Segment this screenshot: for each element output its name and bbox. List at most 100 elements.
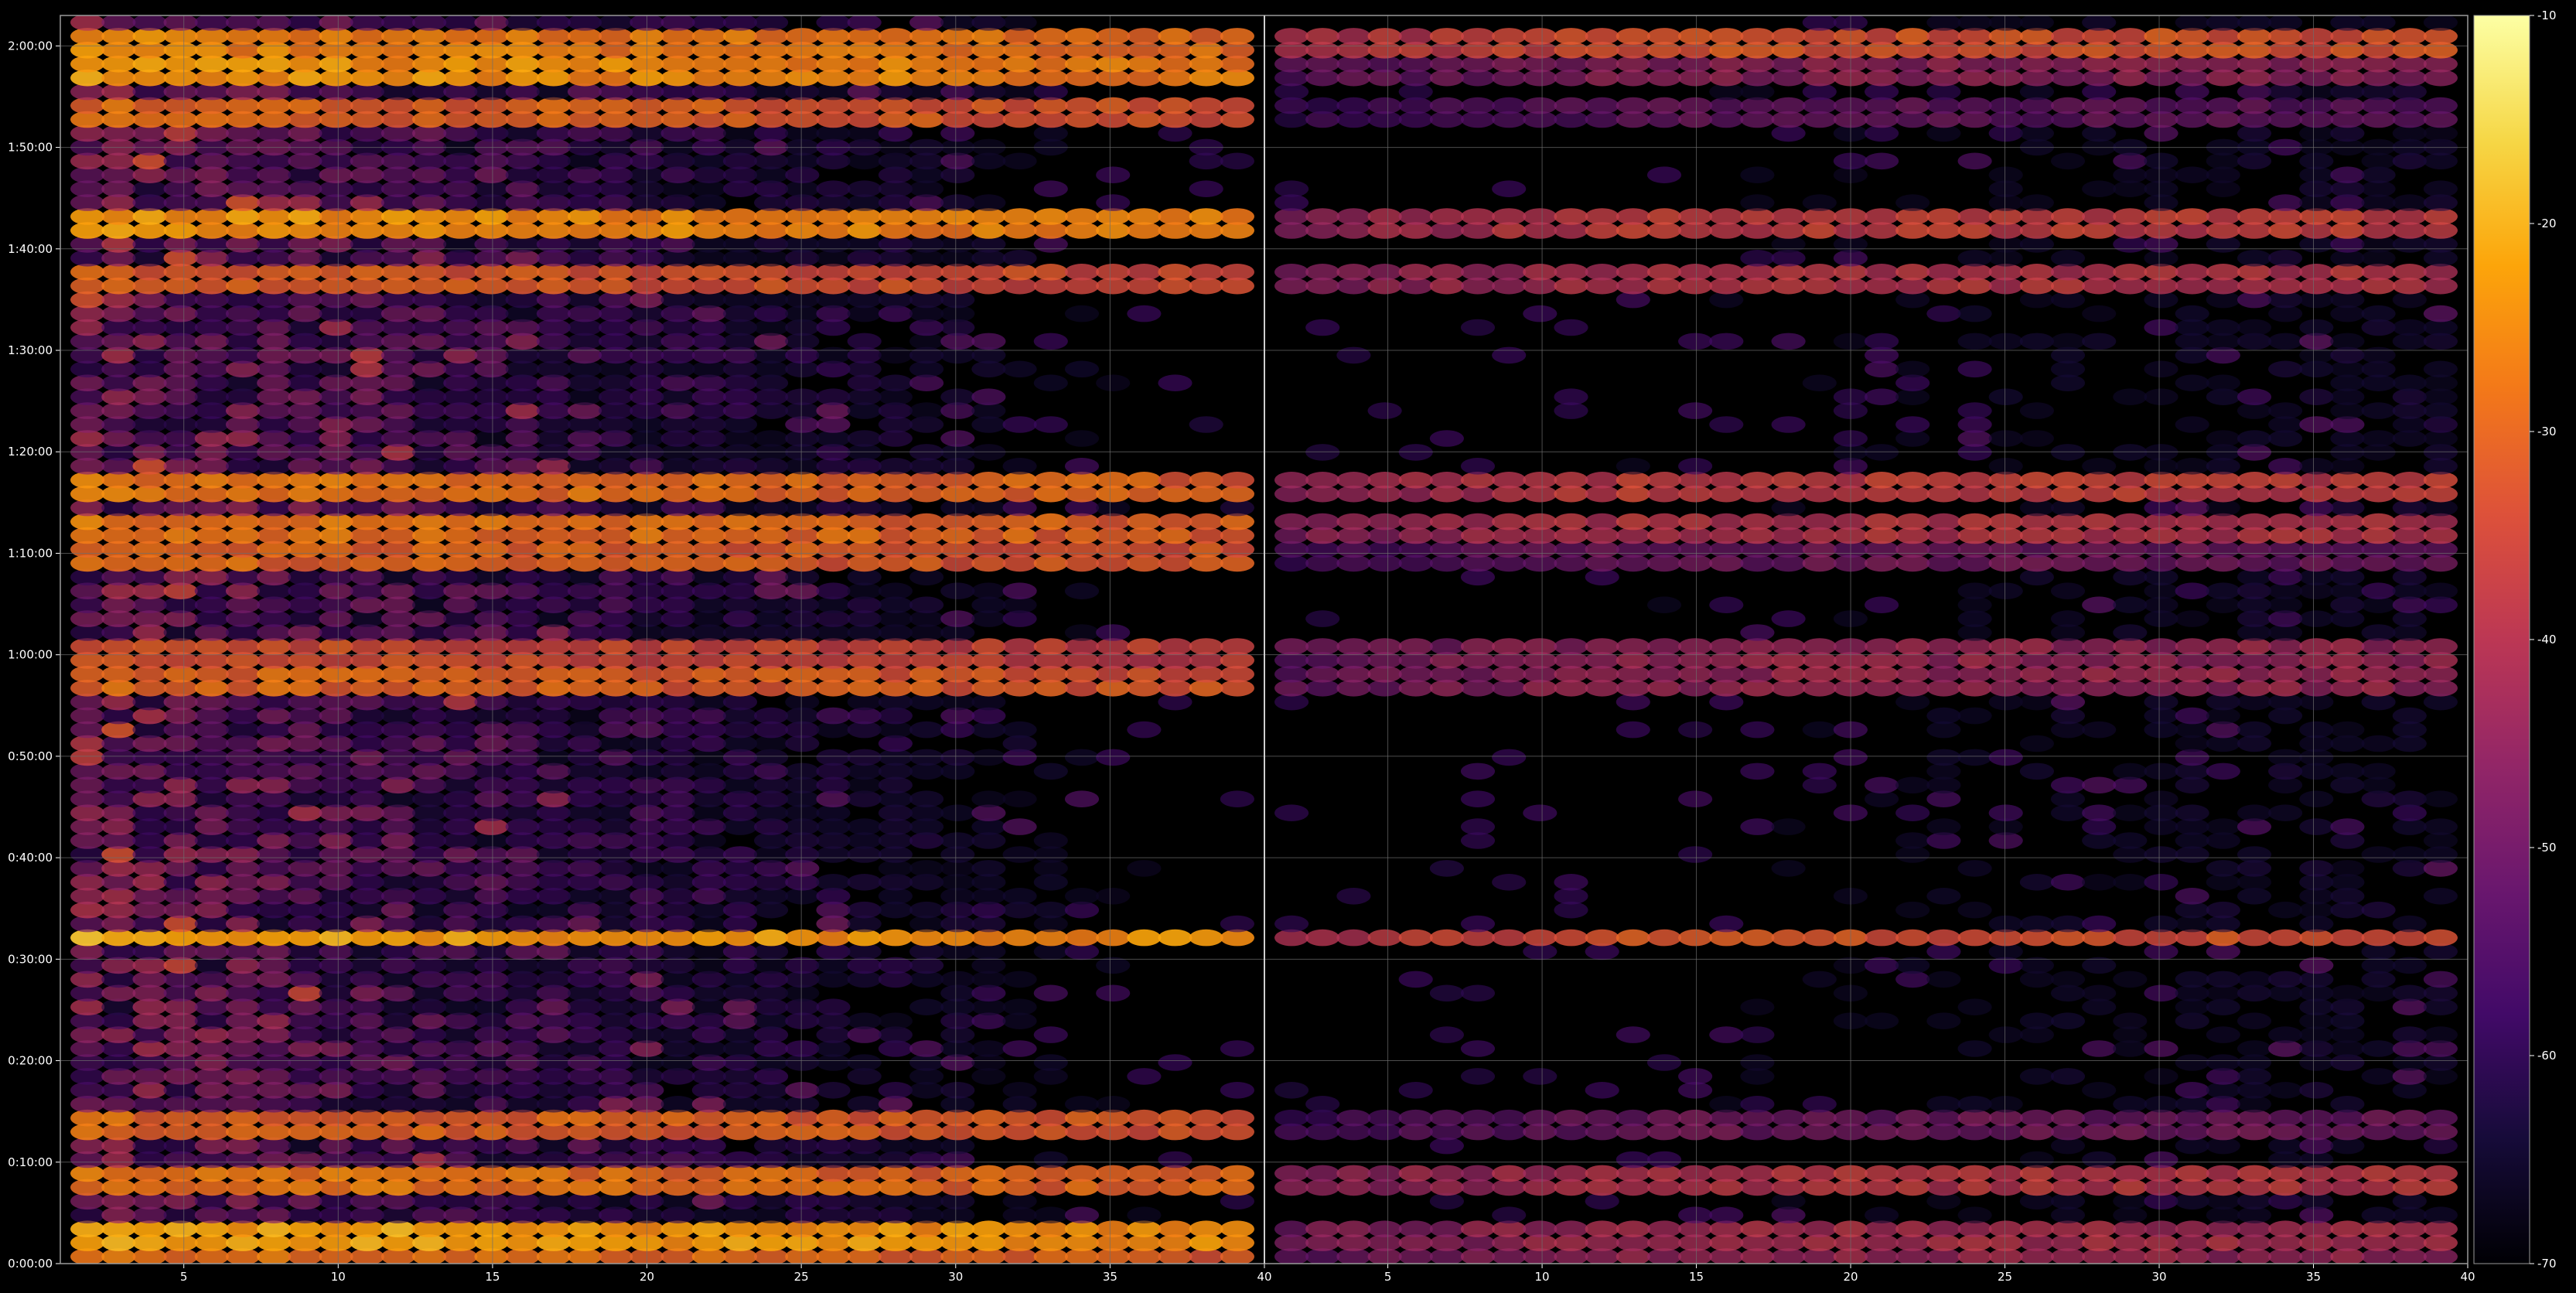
heatmap-cell: [2206, 1026, 2240, 1043]
heatmap-cell: [2050, 28, 2086, 45]
y-tick-label: 1:10:00: [8, 546, 53, 560]
heatmap-cell: [2268, 929, 2303, 947]
heatmap-cell: [1895, 929, 1930, 947]
heatmap-cell: [1771, 818, 1806, 835]
heatmap-cell: [536, 15, 571, 31]
heatmap-cell: [2082, 1220, 2117, 1237]
heatmap-cell: [1460, 818, 1496, 835]
heatmap-cell: [1336, 346, 1371, 364]
heatmap-cell: [816, 180, 851, 197]
heatmap-cell: [1802, 1096, 1837, 1113]
heatmap-cell: [909, 402, 944, 419]
heatmap-cell: [1189, 472, 1223, 489]
heatmap-cell: [1064, 97, 1100, 114]
heatmap-cell: [2175, 458, 2209, 475]
heatmap-cell: [2082, 458, 2117, 475]
x-tick-label: 15: [1689, 1270, 1704, 1284]
heatmap-cell: [847, 874, 882, 891]
heatmap-cell: [1492, 638, 1527, 655]
heatmap-cell: [2361, 1206, 2396, 1223]
heatmap-cell: [1002, 15, 1037, 31]
heatmap-cell: [1336, 208, 1371, 225]
x-tick-label: 30: [2151, 1270, 2166, 1284]
heatmap-cell: [1127, 472, 1162, 489]
heatmap-cell: [2299, 818, 2334, 835]
heatmap-cell: [1189, 180, 1223, 197]
heatmap-cell: [2268, 15, 2303, 31]
heatmap-cell: [971, 582, 1006, 599]
heatmap-cell: [1523, 1109, 1558, 1127]
heatmap-cell: [1305, 1165, 1340, 1182]
heatmap-cell: [1305, 1096, 1340, 1113]
heatmap-cell: [878, 1082, 913, 1099]
heatmap-cell: [1492, 28, 1527, 45]
heatmap-cell: [2082, 721, 2117, 739]
heatmap-cell: [1585, 97, 1619, 114]
heatmap-cell: [1554, 638, 1588, 655]
heatmap-cell: [70, 15, 105, 31]
x-axis-tick-labels: 5 10 15 20 25 30 35 40 5 10 15 20 25 30 35 40: [180, 1270, 2475, 1284]
heatmap-cell: [1554, 28, 1588, 45]
heatmap-cell: [1305, 97, 1340, 114]
y-tick-label: 1:20:00: [8, 445, 53, 459]
heatmap-cell: [2268, 402, 2303, 419]
heatmap-cell: [1616, 1026, 1650, 1043]
heatmap-cell: [2144, 444, 2179, 461]
heatmap-cell: [2392, 984, 2427, 1002]
heatmap-cell: [2299, 1082, 2334, 1099]
heatmap-cell: [1033, 762, 1068, 780]
heatmap-cell: [1616, 97, 1650, 114]
heatmap-cell: [2268, 901, 2303, 919]
heatmap-cell: [1585, 1082, 1619, 1099]
heatmap-cell: [2268, 458, 2303, 475]
heatmap-cell: [1305, 610, 1340, 627]
heatmap-cell: [412, 15, 447, 31]
heatmap-cell: [1096, 888, 1131, 905]
heatmap-cell: [2082, 638, 2117, 655]
heatmap-cell: [2019, 15, 2054, 31]
heatmap-cell: [1460, 319, 1496, 336]
heatmap-cell: [1064, 430, 1100, 447]
heatmap-cell: [1220, 1220, 1254, 1237]
heatmap-cell: [1033, 333, 1068, 350]
heatmap-cell: [2268, 513, 2303, 531]
heatmap-cell: [1429, 1026, 1464, 1043]
heatmap-cell: [2268, 333, 2303, 350]
heatmap-cell: [1616, 721, 1650, 739]
heatmap-cell: [1740, 1165, 1775, 1182]
heatmap-cell: [2330, 333, 2365, 350]
heatmap-cell: [1554, 388, 1588, 405]
heatmap-cell: [847, 749, 882, 766]
heatmap-cell: [1096, 166, 1131, 183]
heatmap-cell: [505, 15, 540, 31]
heatmap-cell: [816, 1082, 851, 1099]
heatmap-cell: [1274, 1165, 1309, 1182]
heatmap-cell: [2330, 762, 2365, 780]
heatmap-cell: [1802, 638, 1837, 655]
heatmap-cell: [1305, 513, 1340, 531]
heatmap-cell: [940, 804, 975, 821]
heatmap-cell: [1865, 1165, 1899, 1182]
heatmap-cell: [1554, 929, 1588, 947]
heatmap-cell: [1554, 472, 1588, 489]
heatmap-cell: [1740, 721, 1775, 739]
heatmap-cell: [2237, 319, 2272, 336]
heatmap-cell: [1429, 1220, 1464, 1237]
heatmap-cell: [1492, 346, 1527, 364]
heatmap-cell: [1709, 915, 1744, 933]
heatmap-cell: [1460, 208, 1496, 225]
heatmap-cell: [1740, 1054, 1775, 1071]
heatmap-cell: [940, 15, 975, 31]
heatmap-cell: [1367, 1165, 1402, 1182]
heatmap-cell: [2019, 402, 2054, 419]
heatmap-cell: [1305, 28, 1340, 45]
heatmap-cell: [1957, 1206, 1992, 1223]
colorbar-tick-label: -40: [2537, 633, 2557, 646]
heatmap-cell: [1771, 638, 1806, 655]
heatmap-cell: [1709, 513, 1744, 531]
heatmap-cell: [2050, 874, 2086, 891]
heatmap-cell: [1771, 929, 1806, 947]
heatmap-cell: [1274, 1082, 1309, 1099]
heatmap-cell: [660, 1096, 695, 1113]
heatmap-cell: [1189, 264, 1223, 281]
